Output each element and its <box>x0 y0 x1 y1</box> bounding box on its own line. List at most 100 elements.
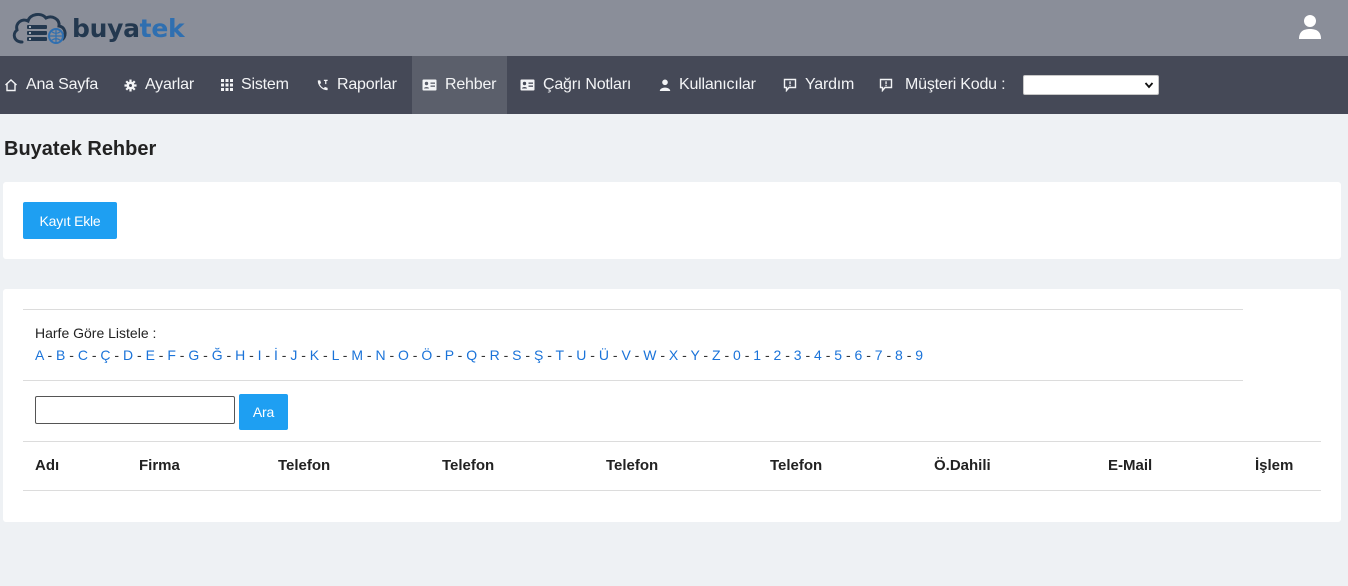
nav-item-cagri-notlari[interactable]: Çağrı Notları <box>520 56 631 114</box>
column-header-email: E-Mail <box>1108 457 1153 474</box>
letter-link[interactable]: V <box>621 347 630 363</box>
letter-link[interactable]: U <box>576 347 586 363</box>
brand-logo[interactable]: buyatek <box>10 8 185 48</box>
nav-item-ayarlar[interactable]: Ayarlar <box>124 56 194 114</box>
nav-item-label: Müşteri Kodu : <box>905 76 1006 93</box>
letter-separator: - <box>175 347 189 363</box>
letter-separator: - <box>65 347 78 363</box>
letter-link[interactable]: F <box>167 347 176 363</box>
table-header-top-border <box>23 441 1321 442</box>
phone-icon <box>317 79 328 90</box>
contact-card-icon <box>520 79 535 91</box>
nav-item-kullanicilar[interactable]: Kullanıcılar <box>659 56 756 114</box>
search-input[interactable] <box>35 396 235 424</box>
letter-link[interactable]: 3 <box>794 347 802 363</box>
letter-separator: - <box>882 347 896 363</box>
letter-separator: - <box>297 347 310 363</box>
nav-item-sistem[interactable]: Sistem <box>221 56 289 114</box>
table-header-bottom-border <box>23 490 1321 491</box>
letter-link[interactable]: C <box>78 347 88 363</box>
letter-link[interactable]: N <box>375 347 385 363</box>
letter-separator: - <box>453 347 467 363</box>
letter-link[interactable]: 8 <box>895 347 903 363</box>
letter-link[interactable]: Ç <box>100 347 110 363</box>
letter-link[interactable]: P <box>445 347 454 363</box>
letter-separator: - <box>761 347 774 363</box>
contact-card-icon <box>422 79 437 91</box>
column-header-adi: Adı <box>35 457 60 474</box>
column-header-telefon-3: Telefon <box>606 457 659 474</box>
letter-link[interactable]: 7 <box>875 347 883 363</box>
letter-link[interactable]: Q <box>466 347 477 363</box>
letter-link[interactable]: Ü <box>599 347 609 363</box>
letter-link[interactable]: X <box>669 347 678 363</box>
nav-item-ana-sayfa[interactable]: Ana Sayfa <box>4 56 98 114</box>
letter-separator: - <box>222 347 236 363</box>
letter-separator: - <box>338 347 352 363</box>
letter-link[interactable]: S <box>512 347 521 363</box>
letter-separator: - <box>543 347 556 363</box>
letter-separator: - <box>902 347 916 363</box>
letter-separator: - <box>630 347 644 363</box>
letter-link[interactable]: 0 <box>733 347 741 363</box>
letter-link[interactable]: Y <box>690 347 699 363</box>
letter-link[interactable]: E <box>146 347 155 363</box>
letter-separator: - <box>245 347 258 363</box>
column-header-telefon-2: Telefon <box>442 457 495 474</box>
brand-name-part1: buya <box>72 13 140 43</box>
letter-separator: - <box>656 347 669 363</box>
column-header-o-dahili: Ö.Dahili <box>934 457 991 474</box>
letter-link[interactable]: Z <box>712 347 721 363</box>
letter-link[interactable]: Ğ <box>212 347 223 363</box>
nav-item-rehber[interactable]: Rehber <box>412 56 507 114</box>
directory-card: Harfe Göre Listele : A - B - C - Ç - D -… <box>3 289 1341 522</box>
letter-link[interactable]: K <box>310 347 319 363</box>
letter-link[interactable]: 9 <box>915 347 923 363</box>
letter-link[interactable]: R <box>490 347 500 363</box>
nav-item-yardim[interactable]: Yardım <box>783 56 854 114</box>
letter-link[interactable]: Ş <box>534 347 543 363</box>
letter-link[interactable]: A <box>35 347 44 363</box>
add-record-button[interactable]: Kayıt Ekle <box>23 202 117 239</box>
letter-link[interactable]: W <box>643 347 656 363</box>
letter-link[interactable]: Ö <box>421 347 432 363</box>
letter-separator: - <box>477 347 490 363</box>
letter-link[interactable]: L <box>332 347 339 363</box>
letter-separator: - <box>699 347 712 363</box>
letter-link[interactable]: 1 <box>753 347 761 363</box>
nav-item-label: Ana Sayfa <box>26 76 99 93</box>
nav-item-raporlar[interactable]: Raporlar <box>316 56 397 114</box>
letter-separator: - <box>862 347 875 363</box>
letter-separator: - <box>362 347 376 363</box>
letter-link[interactable]: 5 <box>834 347 842 363</box>
letter-link[interactable]: T <box>556 347 564 363</box>
customer-code-select[interactable] <box>1023 75 1159 95</box>
letter-separator: - <box>199 347 212 363</box>
letter-link[interactable]: M <box>351 347 363 363</box>
letter-link[interactable]: O <box>398 347 409 363</box>
column-header-telefon-4: Telefon <box>770 457 823 474</box>
letter-separator: - <box>87 347 101 363</box>
letter-separator: - <box>499 347 513 363</box>
letter-separator: - <box>385 347 399 363</box>
letter-separator: - <box>821 347 835 363</box>
letter-link[interactable]: G <box>188 347 199 363</box>
letter-separator: - <box>110 347 123 363</box>
nav-item-musteri-kodu: Müşteri Kodu : <box>879 56 1006 114</box>
search-button[interactable]: Ara <box>239 394 288 430</box>
letter-link[interactable]: B <box>56 347 65 363</box>
nav-item-label: Rehber <box>445 76 497 93</box>
letter-link[interactable]: H <box>235 347 245 363</box>
letter-filter-label: Harfe Göre Listele : <box>35 325 157 341</box>
actions-card: Kayıt Ekle <box>3 182 1341 259</box>
letter-separator: - <box>133 347 146 363</box>
letter-separator: - <box>319 347 332 363</box>
letter-separator: - <box>842 347 855 363</box>
letter-separator: - <box>432 347 445 363</box>
column-header-telefon-1: Telefon <box>278 457 331 474</box>
letter-link[interactable]: D <box>123 347 133 363</box>
user-account-icon[interactable] <box>1298 14 1322 40</box>
letter-separator: - <box>277 347 291 363</box>
divider <box>23 309 1243 310</box>
letter-link[interactable]: 4 <box>814 347 822 363</box>
